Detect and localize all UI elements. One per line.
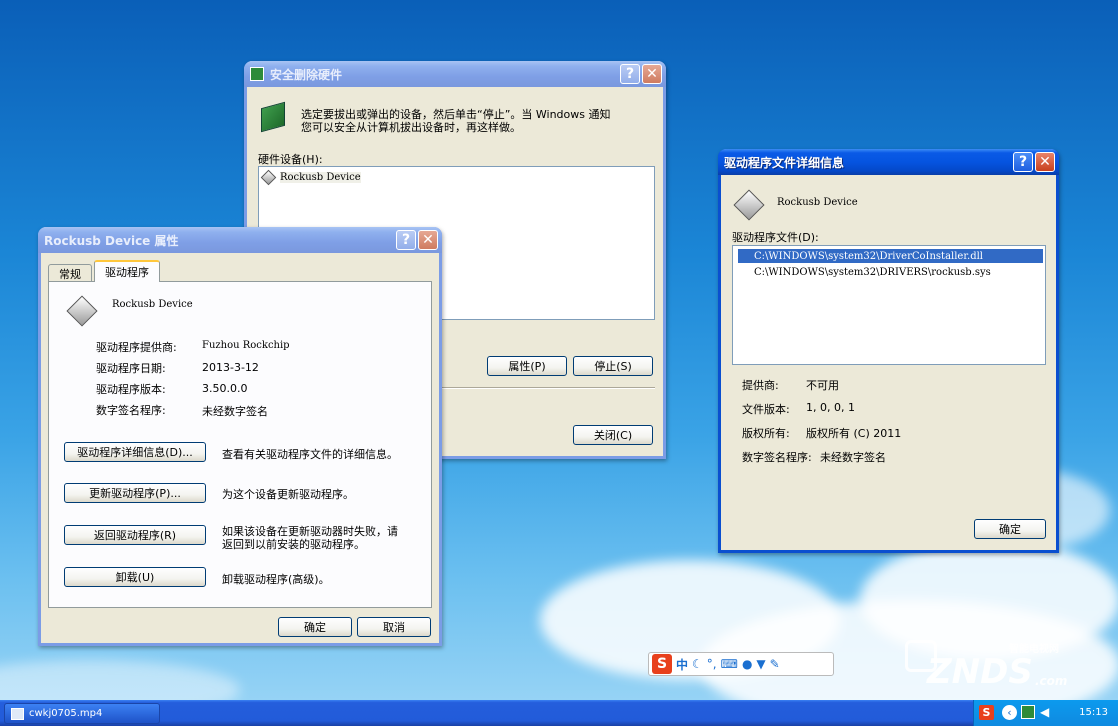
ok-button[interactable]: 确定 [278, 617, 352, 637]
cancel-button[interactable]: 取消 [357, 617, 431, 637]
safe-remove-titlebar[interactable]: 安全删除硬件 ? ✕ [244, 61, 666, 87]
settings-wrench-icon[interactable]: ✎ [770, 657, 780, 671]
volume-icon[interactable]: ◀ [1040, 705, 1049, 719]
rollback-driver-button[interactable]: 返回驱动程序(R) [64, 525, 206, 545]
rollback-driver-desc-2: 返回到以前安装的驱动程序。 [222, 538, 365, 551]
file-version-value: 1, 0, 0, 1 [806, 401, 855, 414]
watermark-domain: .com [1035, 674, 1068, 688]
driver-date-label: 驱动程序日期: [96, 362, 166, 375]
copyright-value: 版权所有 (C) 2011 [806, 427, 902, 440]
list-item[interactable]: C:\WINDOWS\system32\DRIVERS\rockusb.sys [754, 265, 991, 279]
copyright-label: 版权所有: [742, 427, 790, 440]
media-file-icon [11, 708, 24, 720]
device-icon [260, 169, 277, 185]
file-version-label: 文件版本: [742, 403, 790, 416]
driver-details-title: 驱动程序文件详细信息 [724, 155, 845, 170]
sogou-logo-icon: S [652, 654, 672, 674]
device-properties-title: Rockusb Device 属性 [44, 233, 179, 248]
device-properties-titlebar[interactable]: Rockusb Device 属性 ? ✕ [38, 227, 442, 253]
driver-tab-panel: Rockusb Device 驱动程序提供商: Fuzhou Rockchip … [48, 281, 432, 608]
device-properties-window: Rockusb Device 属性 ? ✕ 常规 驱动程序 Rockusb De… [38, 227, 442, 646]
close-button[interactable]: ✕ [418, 230, 438, 250]
system-tray: S ‹ ◀ 15:13 [973, 700, 1118, 726]
safe-remove-title: 安全删除硬件 [270, 67, 343, 82]
list-item[interactable]: C:\WINDOWS\system32\DriverCoInstaller.dl… [738, 249, 1043, 263]
clock[interactable]: 15:13 [1079, 707, 1108, 718]
device-name: Rockusb Device [112, 299, 193, 310]
device-name: Rockusb Device [777, 197, 858, 208]
eject-hardware-icon [250, 67, 264, 81]
tab-driver[interactable]: 驱动程序 [94, 260, 160, 282]
driver-files-label: 驱动程序文件(D): [732, 231, 819, 244]
uninstall-button[interactable]: 卸载(U) [64, 567, 206, 587]
punctuation-icon[interactable]: °, [707, 657, 717, 671]
driver-version-value: 3.50.0.0 [202, 382, 248, 395]
update-driver-desc: 为这个设备更新驱动程序。 [222, 488, 354, 501]
back-arrow-icon[interactable]: ‹ [1002, 705, 1017, 720]
driver-files-list[interactable]: C:\WINDOWS\system32\DriverCoInstaller.dl… [732, 245, 1046, 365]
user-icon[interactable]: ● [742, 657, 752, 671]
tab-general[interactable]: 常规 [48, 264, 92, 282]
device-icon [733, 189, 765, 221]
update-driver-button[interactable]: 更新驱动程序(P)... [64, 483, 206, 503]
driver-date-value: 2013-3-12 [202, 361, 259, 374]
taskbar-item-label: cwkj0705.mp4 [29, 708, 103, 719]
device-icon [66, 295, 98, 327]
close-button[interactable]: ✕ [1035, 152, 1055, 172]
skin-icon[interactable]: ▼ [756, 657, 765, 671]
help-button[interactable]: ? [1013, 152, 1033, 172]
ime-toolbar[interactable]: S 中 ☾ °, ⌨ ● ▼ ✎ [648, 652, 834, 676]
moon-icon[interactable]: ☾ [692, 657, 703, 671]
taskbar: cwkj0705.mp4 S ‹ ◀ 15:13 [0, 700, 1118, 726]
driver-details-window: 驱动程序文件详细信息 ? ✕ Rockusb Device 驱动程序文件(D):… [718, 149, 1059, 553]
hardware-devices-label: 硬件设备(H): [258, 153, 323, 166]
safe-remove-description-2: 您可以安全从计算机拔出设备时，再这样做。 [301, 121, 521, 134]
close-button[interactable]: ✕ [642, 64, 662, 84]
digital-signer-value: 未经数字签名 [820, 451, 886, 464]
digital-signer-value: 未经数字签名 [202, 405, 268, 418]
ime-language-toggle[interactable]: 中 [676, 656, 688, 673]
digital-signer-label: 数字签名程序: [96, 404, 166, 417]
digital-signer-label: 数字签名程序: [742, 451, 812, 464]
uninstall-desc: 卸载驱动程序(高级)。 [222, 573, 330, 586]
stop-button[interactable]: 停止(S) [573, 356, 653, 376]
help-button[interactable]: ? [620, 64, 640, 84]
ok-button[interactable]: 确定 [974, 519, 1046, 539]
safe-remove-tray-icon[interactable] [1021, 705, 1035, 719]
properties-button[interactable]: 属性(P) [487, 356, 567, 376]
driver-details-titlebar[interactable]: 驱动程序文件详细信息 ? ✕ [718, 149, 1059, 175]
help-button[interactable]: ? [396, 230, 416, 250]
znds-watermark: 智能电视网 ZNDS .com [905, 640, 1068, 695]
taskbar-item-video[interactable]: cwkj0705.mp4 [4, 703, 160, 724]
driver-details-desc: 查看有关驱动程序文件的详细信息。 [222, 448, 398, 461]
provider-value: 不可用 [806, 379, 839, 392]
driver-version-label: 驱动程序版本: [96, 383, 166, 396]
watermark-brand: ZNDS [927, 652, 1033, 692]
driver-provider-label: 驱动程序提供商: [96, 341, 177, 354]
close-dialog-button[interactable]: 关闭(C) [573, 425, 653, 445]
keyboard-icon[interactable]: ⌨ [721, 657, 738, 671]
sogou-tray-icon[interactable]: S [979, 705, 994, 720]
driver-details-button[interactable]: 驱动程序详细信息(D)... [64, 442, 206, 462]
list-item[interactable]: Rockusb Device [260, 169, 361, 185]
provider-label: 提供商: [742, 379, 779, 392]
driver-provider-value: Fuzhou Rockchip [202, 340, 290, 351]
hardware-icon [261, 101, 285, 133]
